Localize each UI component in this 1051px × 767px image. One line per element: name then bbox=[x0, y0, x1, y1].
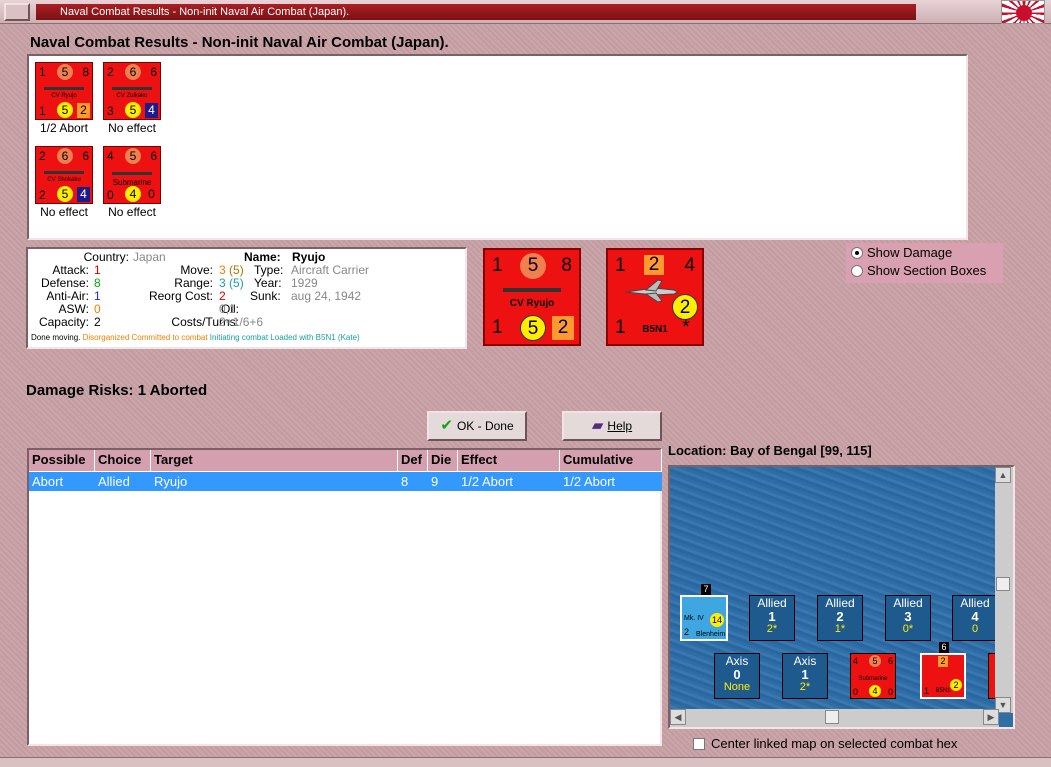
location-label: Location: Bay of Bengal [99, 115] bbox=[668, 443, 872, 458]
japan-flag-icon bbox=[1001, 0, 1045, 24]
reorg-value: 2 bbox=[219, 289, 226, 303]
unit-info-panel: Country: Japan Attack: 1 Defense: 8 Anti… bbox=[26, 247, 467, 349]
type-label: Type: bbox=[254, 263, 284, 277]
defense-label: Defense: bbox=[40, 276, 89, 290]
map-vertical-scrollbar[interactable]: ▲ ▼ bbox=[995, 467, 1013, 713]
window-title: Naval Combat Results - Non-init Naval Ai… bbox=[36, 4, 916, 20]
scroll-left-icon[interactable]: ◀ bbox=[670, 709, 686, 725]
show-damage-radio[interactable]: Show Damage bbox=[849, 244, 999, 262]
unit-counter[interactable]: 158 CV Ryujo 152 bbox=[35, 62, 93, 120]
page-title: Naval Combat Results - Non-init Naval Ai… bbox=[30, 34, 449, 51]
table-row[interactable]: Abort Allied Ryujo 8 9 1/2 Abort 1/2 Abo… bbox=[29, 472, 662, 491]
allied-box-1[interactable]: Allied 1 2* bbox=[749, 595, 795, 641]
capacity-value: 2 bbox=[94, 315, 101, 329]
scroll-up-icon[interactable]: ▲ bbox=[995, 467, 1011, 483]
col-die[interactable]: Die bbox=[428, 450, 458, 472]
asw-label: ASW: bbox=[58, 302, 89, 316]
defense-value: 8 bbox=[94, 276, 101, 290]
range-label: Range: bbox=[174, 276, 213, 290]
antiair-label: Anti-Air: bbox=[46, 289, 89, 303]
status-strip bbox=[0, 757, 1051, 767]
submarine-silhouette-icon bbox=[112, 172, 152, 175]
year-value: 1929 bbox=[291, 276, 318, 290]
combat-map[interactable]: Mk. IV Blenheim 2 14 7 Allied 1 2* Allied 2… bbox=[668, 465, 1015, 729]
submarine-counter[interactable]: 4 5 6 Submarine 0 4 0 bbox=[850, 653, 896, 699]
unit-counter[interactable]: 266 CV Zuikaku 354 bbox=[103, 62, 161, 120]
damage-risks: Damage Risks: 1 Aborted bbox=[26, 382, 208, 399]
b5n1-counter[interactable]: 2 B5N1 1 2 bbox=[920, 653, 966, 699]
country-label: Country: bbox=[83, 250, 129, 264]
result-label: No effect bbox=[108, 205, 156, 219]
allied-box-4[interactable]: Allied 4 0 bbox=[952, 595, 998, 641]
result-submarine[interactable]: 456 Submarine 040 No effect bbox=[103, 146, 161, 219]
results-panel: 158 CV Ryujo 152 1/2 Abort 266 CV Zuikak… bbox=[27, 54, 968, 240]
blenheim-counter[interactable]: Mk. IV Blenheim 2 14 bbox=[680, 595, 728, 641]
ship-silhouette-icon bbox=[44, 171, 84, 174]
reorg-label: Reorg Cost: bbox=[148, 289, 213, 303]
result-shokaku[interactable]: 266 CV Shokaku 254 No effect bbox=[35, 146, 93, 219]
name-value: Ryujo bbox=[292, 250, 326, 264]
vertical-scroll-thumb[interactable] bbox=[996, 577, 1010, 591]
antiair-value: 1 bbox=[94, 289, 101, 303]
col-effect[interactable]: Effect bbox=[458, 450, 560, 472]
attack-value: 1 bbox=[94, 263, 101, 277]
loaded-plane-counter[interactable]: 124 2 B5N1 1 * bbox=[606, 248, 704, 346]
display-options: Show Damage Show Section Boxes bbox=[846, 243, 1003, 283]
oil-value: 0,1 bbox=[219, 302, 236, 316]
status-line: Done moving. Disorganized Committed to c… bbox=[31, 333, 360, 342]
stack-count: 7 bbox=[701, 584, 711, 595]
col-choice[interactable]: Choice bbox=[95, 450, 151, 472]
book-icon: ▰ bbox=[591, 417, 604, 434]
ship-silhouette-icon bbox=[44, 87, 84, 90]
map-horizontal-scrollbar[interactable]: ◀ ▶ bbox=[670, 709, 999, 727]
scroll-right-icon[interactable]: ▶ bbox=[983, 709, 999, 725]
costs-value: 2+1/6+6 bbox=[219, 315, 264, 329]
ship-silhouette-icon bbox=[112, 87, 152, 90]
unit-counter[interactable]: 266 CV Shokaku 254 bbox=[35, 146, 93, 204]
sunk-value: aug 24, 1942 bbox=[291, 289, 362, 303]
result-ryujo[interactable]: 158 CV Ryujo 152 1/2 Abort bbox=[35, 62, 93, 135]
result-label: No effect bbox=[108, 121, 156, 135]
show-sections-radio[interactable]: Show Section Boxes bbox=[849, 262, 999, 280]
sunk-label: Sunk: bbox=[250, 289, 281, 303]
year-label: Year: bbox=[254, 276, 282, 290]
name-label: Name: bbox=[244, 250, 281, 264]
table-header: Possible Choice Target Def Die Effect Cu… bbox=[29, 450, 662, 472]
result-zuikaku[interactable]: 266 CV Zuikaku 354 No effect bbox=[103, 62, 161, 135]
attack-label: Attack: bbox=[52, 263, 89, 277]
plane-silhouette-icon bbox=[625, 279, 680, 303]
unit-counter[interactable]: 456 Submarine 040 bbox=[103, 146, 161, 204]
ship-silhouette-icon bbox=[503, 288, 561, 292]
result-label: No effect bbox=[40, 205, 88, 219]
checkmark-icon: ✔ bbox=[440, 417, 453, 434]
allied-box-2[interactable]: Allied 2 1* bbox=[817, 595, 863, 641]
title-bar: Naval Combat Results - Non-init Naval Ai… bbox=[0, 0, 1051, 24]
combat-table: Possible Choice Target Def Die Effect Cu… bbox=[27, 448, 662, 746]
system-menu-button[interactable] bbox=[4, 3, 30, 21]
capacity-label: Capacity: bbox=[38, 315, 89, 329]
horizontal-scroll-thumb[interactable] bbox=[825, 710, 839, 724]
col-possible[interactable]: Possible bbox=[29, 450, 95, 472]
axis-box-1[interactable]: Axis 1 2* bbox=[782, 653, 828, 699]
asw-value: 0 bbox=[94, 302, 101, 316]
col-target[interactable]: Target bbox=[151, 450, 398, 472]
col-cumulative[interactable]: Cumulative bbox=[560, 450, 662, 472]
selected-ship-counter[interactable]: 158 CV Ryujo 152 bbox=[483, 248, 581, 346]
allied-box-3[interactable]: Allied 3 0* bbox=[885, 595, 931, 641]
type-value: Aircraft Carrier bbox=[291, 263, 370, 277]
result-label: 1/2 Abort bbox=[39, 121, 89, 135]
stack-count: 6 bbox=[939, 642, 949, 653]
help-button[interactable]: ▰ Help bbox=[562, 411, 662, 441]
col-def[interactable]: Def bbox=[398, 450, 428, 472]
axis-box-0[interactable]: Axis 0 None bbox=[714, 653, 760, 699]
move-label: Move: bbox=[180, 263, 213, 277]
ok-done-button[interactable]: ✔ OK - Done bbox=[427, 411, 527, 441]
country-value: Japan bbox=[133, 250, 166, 264]
